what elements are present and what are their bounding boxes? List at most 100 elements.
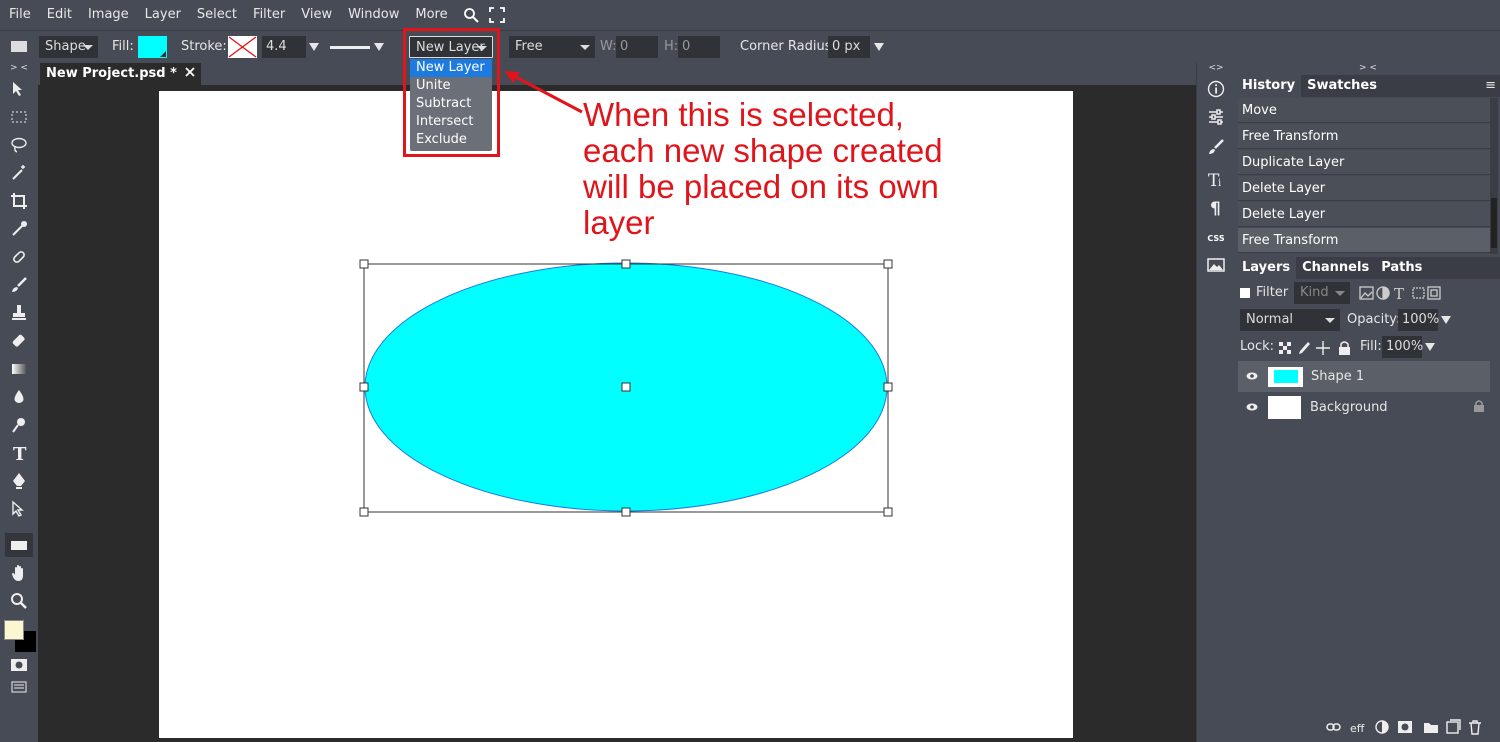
layers-footer-icons[interactable]: eff — [1326, 719, 1498, 735]
menu-window[interactable]: Window — [340, 7, 407, 22]
stroke-width-dropdown-icon[interactable] — [309, 43, 319, 51]
image-icon[interactable] — [1204, 253, 1228, 277]
healing-brush-icon[interactable] — [7, 245, 31, 269]
eyedropper-icon[interactable] — [7, 217, 31, 241]
screen-mode-icon[interactable] — [11, 681, 27, 693]
menu-file[interactable]: File — [0, 7, 39, 22]
menu-edit[interactable]: Edit — [39, 7, 80, 22]
height-input[interactable]: 0 — [678, 36, 720, 58]
type-tool-icon[interactable]: T — [7, 441, 31, 465]
option-exclude[interactable]: Exclude — [410, 131, 492, 149]
history-item-current[interactable]: Free Transform — [1238, 228, 1490, 253]
gradient-tool-icon[interactable] — [7, 357, 31, 381]
opacity-dropdown-icon[interactable] — [1441, 316, 1451, 324]
corner-radius-input[interactable]: 0 px — [828, 36, 870, 58]
history-item[interactable]: Delete Layer — [1238, 202, 1490, 227]
move-tool-icon[interactable] — [7, 77, 31, 101]
adjustments-icon[interactable] — [1204, 105, 1228, 129]
right-collapse-icon[interactable]: <> — [1197, 63, 1235, 73]
search-icon[interactable] — [460, 4, 482, 26]
kind-select[interactable]: Kind — [1294, 282, 1350, 304]
brush-settings-icon[interactable] — [1204, 135, 1228, 159]
blend-mode-select[interactable]: Normal — [1240, 309, 1340, 331]
corner-radius-dropdown-icon[interactable] — [874, 43, 884, 51]
blur-tool-icon[interactable] — [7, 385, 31, 409]
tab-layers[interactable]: Layers — [1236, 257, 1297, 279]
annotation-line: When this is selected, — [583, 96, 904, 133]
layer-fill-dropdown-icon[interactable] — [1425, 343, 1435, 351]
marquee-tool-icon[interactable] — [7, 105, 31, 129]
hand-tool-icon[interactable] — [7, 561, 31, 585]
history-item[interactable]: Move — [1238, 98, 1490, 123]
panel-collapse-icon[interactable]: > < — [1236, 63, 1500, 73]
brush-tool-icon[interactable] — [7, 273, 31, 297]
stroke-width-input[interactable]: 4.4 px — [262, 36, 306, 76]
document-tab-bar: New Project.psd * — [38, 63, 1196, 85]
filter-checkbox[interactable] — [1240, 288, 1250, 298]
panel-menu-icon[interactable]: ≡ — [1485, 75, 1500, 97]
combine-mode-dropdown: New Layer Unite Subtract Intersect Exclu… — [410, 59, 492, 151]
opacity-input[interactable]: 100% — [1398, 309, 1439, 331]
option-intersect[interactable]: Intersect — [410, 113, 492, 131]
layer-row-shape-1[interactable]: Shape 1 — [1238, 361, 1490, 392]
stamp-tool-icon[interactable] — [7, 301, 31, 325]
filter-type-icons[interactable]: T — [1358, 285, 1458, 303]
rectangle-tool-icon — [11, 41, 27, 52]
menu-select[interactable]: Select — [189, 7, 245, 22]
menu-more[interactable]: More — [407, 7, 455, 22]
left-collapse-icon[interactable]: > < — [0, 63, 38, 73]
history-tabs: History Swatches ≡ — [1236, 75, 1500, 97]
menu-filter[interactable]: Filter — [245, 7, 293, 22]
shape-tool-icon[interactable] — [5, 533, 33, 557]
document-tab[interactable]: New Project.psd * — [40, 63, 201, 85]
document-tab-title: New Project.psd * — [46, 66, 177, 81]
fullscreen-icon[interactable] — [486, 4, 508, 26]
tab-history[interactable]: History — [1236, 75, 1302, 97]
pen-tool-icon[interactable] — [7, 469, 31, 493]
tab-paths[interactable]: Paths — [1375, 257, 1428, 279]
tab-swatches[interactable]: Swatches — [1301, 75, 1383, 97]
magic-wand-icon[interactable] — [7, 161, 31, 185]
menu-layer[interactable]: Layer — [137, 7, 189, 22]
path-select-icon[interactable] — [7, 497, 31, 521]
annotation-line: each new shape created — [583, 132, 943, 169]
layers-tabs: Layers Channels Paths — [1236, 257, 1500, 279]
visibility-eye-icon[interactable] — [1246, 400, 1258, 415]
lasso-tool-icon[interactable] — [7, 133, 31, 157]
history-item[interactable]: Free Transform — [1238, 124, 1490, 149]
fill-swatch[interactable] — [138, 36, 167, 58]
option-unite[interactable]: Unite — [410, 77, 492, 95]
paragraph-icon[interactable]: ¶ — [1204, 195, 1228, 219]
info-icon[interactable] — [1204, 77, 1228, 101]
shape-mode-select[interactable]: Shape — [39, 36, 98, 58]
stroke-style-line[interactable] — [330, 46, 370, 49]
foreground-color-swatch[interactable] — [4, 620, 24, 640]
stroke-label: Stroke: — [181, 39, 227, 54]
zoom-tool-icon[interactable] — [7, 589, 31, 613]
stroke-style-dropdown-icon[interactable] — [374, 43, 384, 51]
visibility-eye-icon[interactable] — [1246, 369, 1258, 384]
layer-fill-input[interactable]: 100% — [1382, 336, 1423, 358]
right-icon-strip: <> Ti ¶ CSS — [1196, 63, 1234, 742]
dodge-tool-icon[interactable] — [7, 413, 31, 437]
css-icon[interactable]: CSS — [1204, 226, 1228, 250]
stroke-swatch[interactable] — [228, 36, 257, 58]
layer-row-background[interactable]: Background — [1238, 392, 1490, 423]
history-item[interactable]: Delete Layer — [1238, 176, 1490, 201]
option-new-layer[interactable]: New Layer — [410, 59, 492, 77]
menu-image[interactable]: Image — [80, 7, 137, 22]
tab-channels[interactable]: Channels — [1296, 257, 1375, 279]
lock-icons[interactable] — [1278, 340, 1354, 356]
history-item[interactable]: Duplicate Layer — [1238, 150, 1490, 175]
width-input[interactable]: 0 — [616, 36, 658, 58]
history-scrollbar[interactable] — [1490, 98, 1498, 254]
annotation-arrow — [504, 71, 583, 114]
character-icon[interactable]: Ti — [1204, 167, 1228, 191]
quick-mask-icon[interactable] — [11, 659, 27, 671]
close-tab-icon[interactable] — [185, 63, 195, 85]
eraser-tool-icon[interactable] — [7, 329, 31, 353]
crop-tool-icon[interactable] — [7, 189, 31, 213]
constraint-select[interactable]: Free — [509, 36, 595, 58]
menu-view[interactable]: View — [293, 7, 340, 22]
option-subtract[interactable]: Subtract — [410, 95, 492, 113]
